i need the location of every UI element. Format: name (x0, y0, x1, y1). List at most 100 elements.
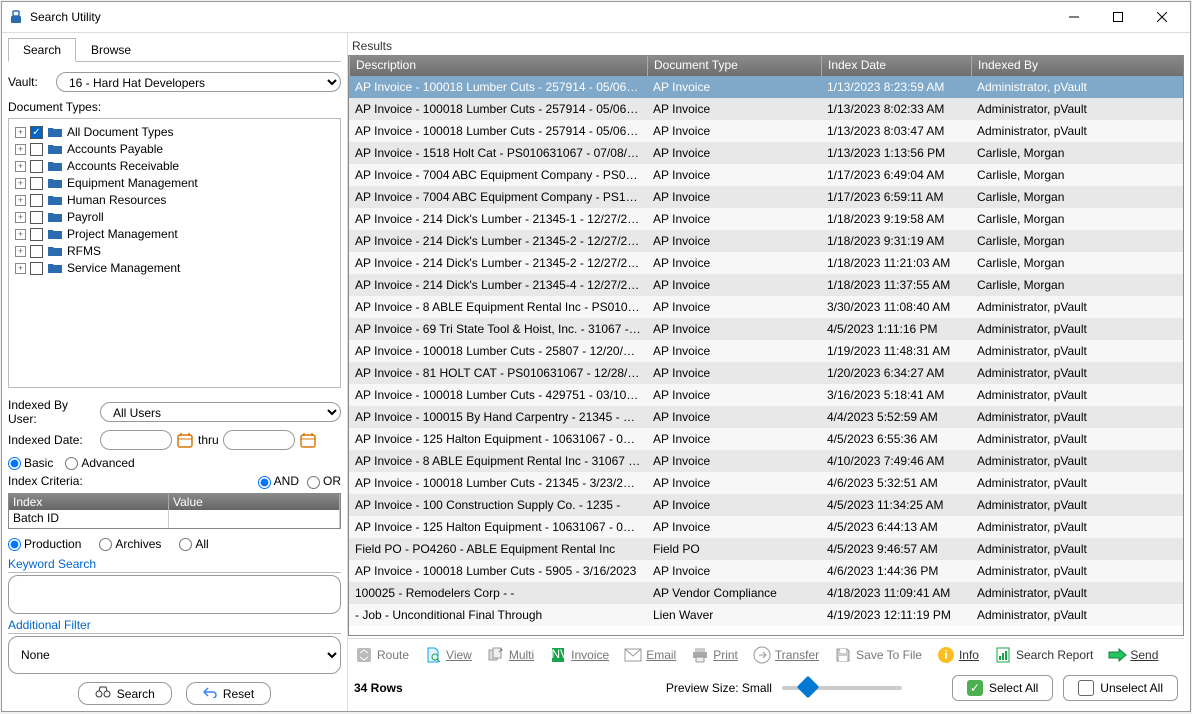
tree-node[interactable]: +Service Management (15, 260, 338, 276)
calendar-icon[interactable] (299, 431, 317, 449)
search-button[interactable]: Search (78, 682, 172, 705)
col-description[interactable]: Description (349, 56, 647, 76)
table-row[interactable]: AP Invoice - 214 Dick's Lumber - 21345-4… (349, 274, 1183, 296)
send-button[interactable]: Send (1103, 643, 1162, 667)
expand-icon[interactable]: + (15, 161, 26, 172)
preview-slider[interactable] (782, 686, 902, 690)
route-button[interactable]: Route (350, 643, 413, 667)
tree-node[interactable]: +Accounts Payable (15, 141, 338, 157)
multi-button[interactable]: Multi (482, 643, 538, 667)
col-indexdate[interactable]: Index Date (821, 56, 971, 76)
transfer-button[interactable]: Transfer (748, 643, 823, 667)
radio-archives[interactable]: Archives (99, 537, 161, 551)
table-row[interactable]: AP Invoice - 214 Dick's Lumber - 21345-1… (349, 208, 1183, 230)
tab-search[interactable]: Search (8, 38, 76, 62)
table-row[interactable]: AP Invoice - 100018 Lumber Cuts - 257914… (349, 98, 1183, 120)
minimize-button[interactable] (1052, 3, 1096, 31)
radio-and[interactable]: AND (258, 474, 299, 488)
table-row[interactable]: AP Invoice - 7004 ABC Equipment Company … (349, 186, 1183, 208)
table-row[interactable]: AP Invoice - 125 Halton Equipment - 1063… (349, 516, 1183, 538)
tree-node[interactable]: +Equipment Management (15, 175, 338, 191)
table-row[interactable]: AP Invoice - 69 Tri State Tool & Hoist, … (349, 318, 1183, 340)
tree-node[interactable]: +Accounts Receivable (15, 158, 338, 174)
table-row[interactable]: AP Invoice - 8 ABLE Equipment Rental Inc… (349, 450, 1183, 472)
checkbox[interactable] (30, 262, 43, 275)
keyword-input[interactable] (8, 575, 341, 614)
unselect-all-button[interactable]: Unselect All (1063, 675, 1178, 701)
info-button[interactable]: iInfo (932, 643, 983, 667)
table-row[interactable]: AP Invoice - 100018 Lumber Cuts - 429751… (349, 384, 1183, 406)
expand-icon[interactable]: + (15, 195, 26, 206)
date-to-input[interactable] (223, 430, 295, 450)
table-row[interactable]: AP Invoice - 214 Dick's Lumber - 21345-2… (349, 252, 1183, 274)
criteria-value-cell[interactable] (169, 510, 340, 528)
calendar-icon[interactable] (176, 431, 194, 449)
col-indexedby[interactable]: Indexed By (971, 56, 1183, 76)
expand-icon[interactable]: + (15, 127, 26, 138)
indexed-by-select[interactable]: All Users (100, 402, 341, 422)
close-button[interactable] (1140, 3, 1184, 31)
doctype-tree[interactable]: + ✓ All Document Types +Accounts Payable+Ac… (8, 118, 341, 388)
checkbox[interactable]: ✓ (30, 126, 43, 139)
criteria-index-cell[interactable]: Batch ID (9, 510, 169, 528)
table-row[interactable]: AP Invoice - 100018 Lumber Cuts - 257914… (349, 76, 1183, 98)
select-all-button[interactable]: ✓Select All (952, 675, 1053, 701)
radio-all[interactable]: All (179, 537, 208, 551)
tree-node[interactable]: +Project Management (15, 226, 338, 242)
checkbox[interactable] (30, 194, 43, 207)
expand-icon[interactable]: + (15, 263, 26, 274)
checkbox[interactable] (30, 211, 43, 224)
table-row[interactable]: AP Invoice - 7004 ABC Equipment Company … (349, 164, 1183, 186)
table-row[interactable]: AP Invoice - 100 Construction Supply Co.… (349, 494, 1183, 516)
radio-production[interactable]: Production (8, 537, 81, 551)
savefile-button[interactable]: Save To File (829, 643, 926, 667)
email-button[interactable]: Email (619, 643, 680, 667)
table-row[interactable]: AP Invoice - 8 ABLE Equipment Rental Inc… (349, 296, 1183, 318)
tree-node[interactable]: + ✓ All Document Types (15, 124, 338, 140)
reset-button[interactable]: Reset (186, 682, 271, 705)
expand-icon[interactable]: + (15, 144, 26, 155)
table-row[interactable]: AP Invoice - 125 Halton Equipment - 1063… (349, 428, 1183, 450)
checkbox[interactable] (30, 228, 43, 241)
slider-thumb[interactable] (797, 676, 820, 699)
maximize-button[interactable] (1096, 3, 1140, 31)
expand-icon[interactable]: + (15, 229, 26, 240)
report-button[interactable]: Search Report (989, 643, 1097, 667)
table-row[interactable]: AP Invoice - 100018 Lumber Cuts - 257914… (349, 120, 1183, 142)
tab-browse[interactable]: Browse (76, 38, 146, 62)
tree-node[interactable]: +Human Resources (15, 192, 338, 208)
addfilter-select[interactable]: None (8, 636, 341, 675)
table-row[interactable]: - Job - Unconditional Final ThroughLien … (349, 604, 1183, 626)
checkbox[interactable] (30, 143, 43, 156)
table-row[interactable]: Field PO - PO4260 - ABLE Equipment Renta… (349, 538, 1183, 560)
table-row[interactable]: AP Invoice - 1518 Holt Cat - PS010631067… (349, 142, 1183, 164)
col-doctype[interactable]: Document Type (647, 56, 821, 76)
radio-basic[interactable]: Basic (8, 456, 53, 470)
table-row[interactable]: AP Invoice - 214 Dick's Lumber - 21345-2… (349, 230, 1183, 252)
tree-node[interactable]: +RFMS (15, 243, 338, 259)
expand-icon[interactable]: + (15, 212, 26, 223)
table-row[interactable]: AP Invoice - 100015 By Hand Carpentry - … (349, 406, 1183, 428)
table-row[interactable]: AP Invoice - 100018 Lumber Cuts - 25807 … (349, 340, 1183, 362)
radio-advanced[interactable]: Advanced (65, 456, 134, 470)
folder-icon (47, 211, 63, 223)
view-button[interactable]: View (419, 643, 476, 667)
tree-node[interactable]: +Payroll (15, 209, 338, 225)
checkbox[interactable] (30, 160, 43, 173)
table-row[interactable]: AP Invoice - 81 HOLT CAT - PS010631067 -… (349, 362, 1183, 384)
table-row[interactable]: AP Invoice - 100018 Lumber Cuts - 21345 … (349, 472, 1183, 494)
checkbox[interactable] (30, 245, 43, 258)
checkbox[interactable] (30, 177, 43, 190)
table-row[interactable]: AP Invoice - 100018 Lumber Cuts - 5905 -… (349, 560, 1183, 582)
vault-select[interactable]: 16 - Hard Hat Developers (56, 72, 341, 92)
criteria-table[interactable]: IndexValue Batch ID (8, 493, 341, 529)
tree-label: All Document Types (67, 125, 174, 139)
expand-icon[interactable]: + (15, 178, 26, 189)
expand-icon[interactable]: + (15, 246, 26, 257)
results-grid[interactable]: Description Document Type Index Date Ind… (348, 55, 1184, 636)
radio-or[interactable]: OR (307, 474, 341, 488)
date-from-input[interactable] (100, 430, 172, 450)
print-button[interactable]: Print (686, 643, 742, 667)
invoice-button[interactable]: INVInvoice (544, 643, 613, 667)
table-row[interactable]: 100025 - Remodelers Corp - -AP Vendor Co… (349, 582, 1183, 604)
